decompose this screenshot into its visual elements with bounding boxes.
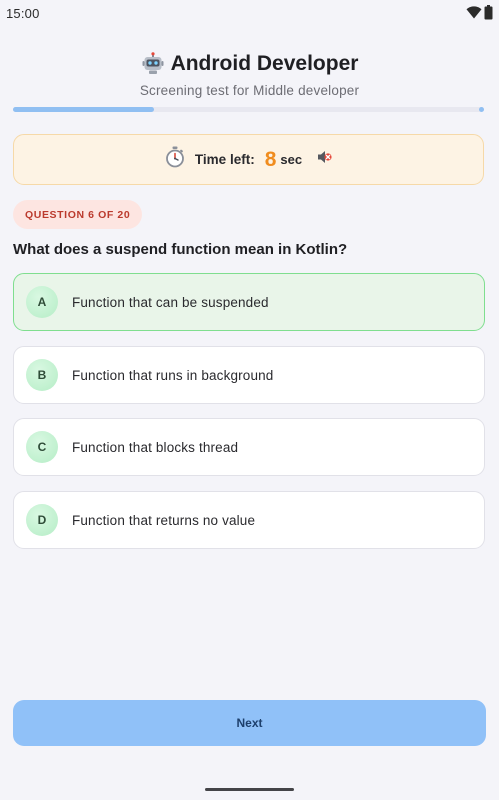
answer-option-c[interactable]: C Function that blocks thread xyxy=(13,418,485,476)
timer-label: Time left: xyxy=(194,152,255,167)
option-letter: D xyxy=(26,504,58,536)
progress-bar xyxy=(13,107,484,112)
stopwatch-icon xyxy=(165,146,185,173)
next-button[interactable]: Next xyxy=(13,700,486,746)
option-text: Function that runs in background xyxy=(72,367,274,383)
timer-unit: sec xyxy=(280,152,303,167)
sound-muted-icon[interactable] xyxy=(316,149,332,170)
answer-option-d[interactable]: D Function that returns no value xyxy=(13,491,485,549)
status-bar: 15:00 xyxy=(0,0,499,26)
battery-icon xyxy=(484,5,493,25)
option-letter: C xyxy=(26,431,58,463)
option-letter: B xyxy=(26,359,58,391)
timer-card: Time left: 8 sec xyxy=(13,134,484,185)
robot-icon xyxy=(141,52,165,76)
status-icons xyxy=(466,5,493,25)
option-text: Function that returns no value xyxy=(72,512,256,528)
question-text: What does a suspend function mean in Kot… xyxy=(13,241,348,258)
home-indicator[interactable] xyxy=(205,788,294,791)
answer-option-a[interactable]: A Function that can be suspended xyxy=(13,273,485,331)
page-title: Android Developer xyxy=(0,52,499,76)
progress-fill xyxy=(13,107,155,112)
option-text: Function that can be suspended xyxy=(72,294,269,310)
page-title-text: Android Developer xyxy=(170,52,359,75)
timer-value: 8 xyxy=(264,147,277,171)
question-counter-badge: QUESTION 6 OF 20 xyxy=(13,200,143,229)
wifi-icon xyxy=(466,6,482,24)
status-time: 15:00 xyxy=(6,6,40,21)
progress-end-dot xyxy=(479,107,484,112)
option-letter: A xyxy=(26,286,58,318)
answer-option-b[interactable]: B Function that runs in background xyxy=(13,346,485,404)
option-text: Function that blocks thread xyxy=(72,439,239,455)
page-subtitle: Screening test for Middle developer xyxy=(139,83,360,98)
